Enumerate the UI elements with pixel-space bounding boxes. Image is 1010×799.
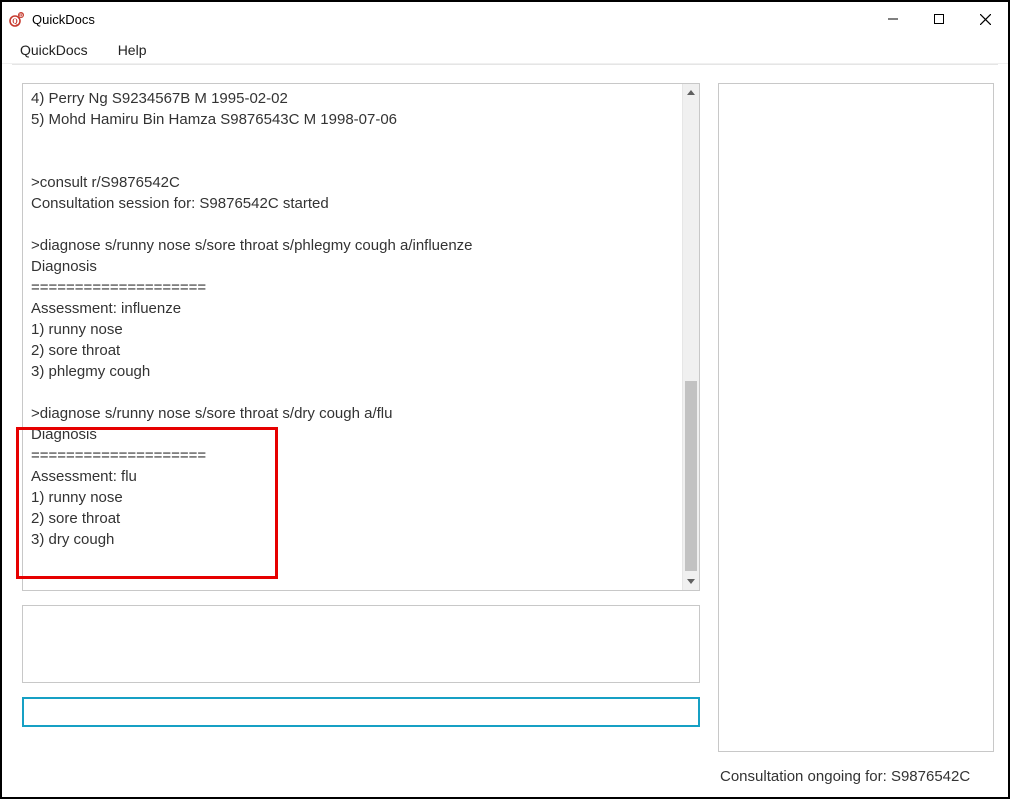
svg-text:D: D xyxy=(19,14,23,19)
close-button[interactable] xyxy=(962,2,1008,36)
scroll-track[interactable] xyxy=(683,101,699,573)
scroll-thumb[interactable] xyxy=(685,381,697,571)
window-controls xyxy=(870,2,1008,36)
command-row xyxy=(22,697,700,727)
menubar: QuickDocs Help xyxy=(2,36,1008,64)
content-area: 4) Perry Ng S9234567B M 1995-02-02 5) Mo… xyxy=(2,65,1008,797)
result-panel xyxy=(22,605,700,683)
scroll-up-icon[interactable] xyxy=(683,84,700,101)
output-text: 4) Perry Ng S9234567B M 1995-02-02 5) Mo… xyxy=(23,84,682,590)
app-icon: Q D xyxy=(8,10,26,28)
minimize-button[interactable] xyxy=(870,2,916,36)
menu-help[interactable]: Help xyxy=(114,40,151,60)
maximize-button[interactable] xyxy=(916,2,962,36)
left-column: 4) Perry Ng S9234567B M 1995-02-02 5) Mo… xyxy=(22,83,700,785)
titlebar: Q D QuickDocs xyxy=(2,2,1008,36)
menu-quickdocs[interactable]: QuickDocs xyxy=(16,40,92,60)
svg-text:Q: Q xyxy=(12,18,18,26)
scrollbar[interactable] xyxy=(682,84,699,590)
window-title: QuickDocs xyxy=(32,12,95,27)
right-column: Consultation ongoing for: S9876542C xyxy=(718,83,994,785)
status-text: Consultation ongoing for: S9876542C xyxy=(718,766,994,785)
side-panel xyxy=(718,83,994,752)
output-panel: 4) Perry Ng S9234567B M 1995-02-02 5) Mo… xyxy=(22,83,700,591)
scroll-down-icon[interactable] xyxy=(683,573,700,590)
command-input[interactable] xyxy=(22,697,700,727)
